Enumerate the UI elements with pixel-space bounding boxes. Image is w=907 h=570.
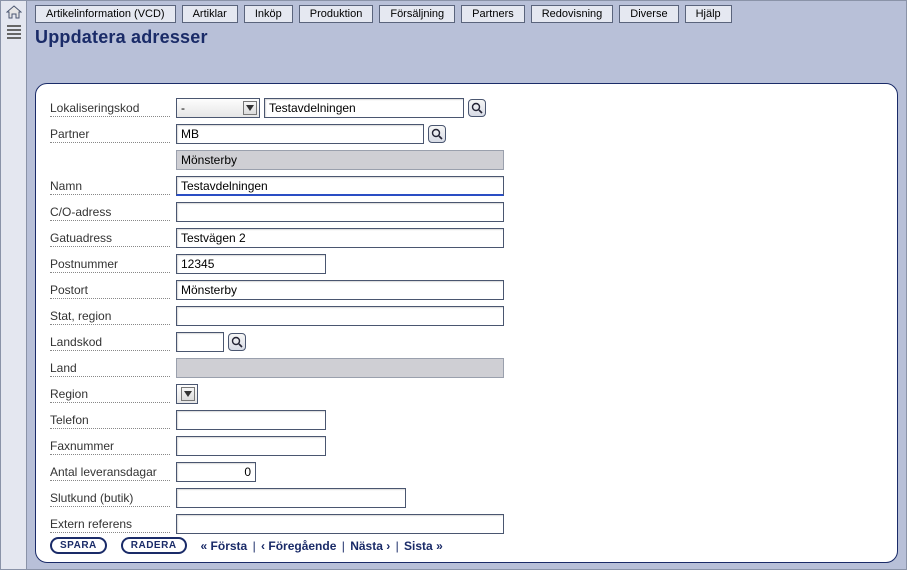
telefon-input[interactable] — [176, 410, 326, 430]
label-stat-region: Stat, region — [50, 308, 170, 325]
delete-button[interactable]: RADERA — [121, 537, 187, 554]
label-faxnummer: Faxnummer — [50, 438, 170, 455]
lokaliseringskod-select-value: - — [181, 101, 185, 115]
form-footer: SPARA RADERA « Första | ‹ Föregående | N… — [50, 537, 883, 554]
menu-artiklar[interactable]: Artiklar — [182, 5, 238, 23]
lokaliseringskod-lookup-input[interactable] — [264, 98, 464, 118]
side-rail — [1, 1, 27, 569]
menu-inkop[interactable]: Inköp — [244, 5, 293, 23]
label-landskod: Landskod — [50, 334, 170, 351]
search-icon — [471, 102, 483, 114]
partner-input[interactable] — [176, 124, 424, 144]
chevron-down-icon — [181, 387, 195, 401]
faxnummer-input[interactable] — [176, 436, 326, 456]
label-antal-leveransdagar: Antal leveransdagar — [50, 464, 170, 481]
label-partner-readonly — [50, 159, 170, 161]
label-extern-referens: Extern referens — [50, 516, 170, 533]
search-icon — [231, 336, 243, 348]
co-adress-input[interactable] — [176, 202, 504, 222]
landskod-input[interactable] — [176, 332, 224, 352]
page-title: Uppdatera adresser — [35, 27, 898, 48]
namn-input[interactable] — [176, 176, 504, 196]
pager: « Första | ‹ Föregående | Nästa › | Sist… — [201, 539, 443, 553]
extern-referens-input[interactable] — [176, 514, 504, 534]
form-panel: Lokaliseringskod - Partner — [35, 83, 898, 563]
label-gatuadress: Gatuadress — [50, 230, 170, 247]
postort-input[interactable] — [176, 280, 504, 300]
pager-first[interactable]: « Första — [201, 539, 248, 553]
home-icon[interactable] — [6, 5, 22, 19]
partner-readonly-name: Mönsterby — [176, 150, 504, 170]
label-land: Land — [50, 360, 170, 377]
land-readonly — [176, 358, 504, 378]
lokaliseringskod-search-button[interactable] — [468, 99, 486, 117]
pager-prev[interactable]: ‹ Föregående — [261, 539, 336, 553]
region-select[interactable] — [176, 384, 198, 404]
pager-next[interactable]: Nästa › — [350, 539, 390, 553]
label-telefon: Telefon — [50, 412, 170, 429]
label-lokaliseringskod: Lokaliseringskod — [50, 100, 170, 117]
pager-last[interactable]: Sista » — [404, 539, 443, 553]
label-namn: Namn — [50, 178, 170, 195]
partner-search-button[interactable] — [428, 125, 446, 143]
label-postort: Postort — [50, 282, 170, 299]
slutkund-input[interactable] — [176, 488, 406, 508]
gatuadress-input[interactable] — [176, 228, 504, 248]
menu-produktion[interactable]: Produktion — [299, 5, 374, 23]
landskod-search-button[interactable] — [228, 333, 246, 351]
menu-redovisning[interactable]: Redovisning — [531, 5, 614, 23]
menu-forsaljning[interactable]: Försäljning — [379, 5, 455, 23]
antal-leveransdagar-input[interactable] — [176, 462, 256, 482]
search-icon — [431, 128, 443, 140]
label-postnummer: Postnummer — [50, 256, 170, 273]
menu-hjalp[interactable]: Hjälp — [685, 5, 732, 23]
dock-icon[interactable] — [7, 25, 21, 39]
menu-diverse[interactable]: Diverse — [619, 5, 678, 23]
menu-artikelinformation[interactable]: Artikelinformation (VCD) — [35, 5, 176, 23]
postnummer-input[interactable] — [176, 254, 326, 274]
label-region: Region — [50, 386, 170, 403]
top-menu: Artikelinformation (VCD) Artiklar Inköp … — [27, 4, 902, 24]
menu-partners[interactable]: Partners — [461, 5, 525, 23]
label-slutkund: Slutkund (butik) — [50, 490, 170, 507]
label-co-adress: C/O-adress — [50, 204, 170, 221]
chevron-down-icon — [243, 101, 257, 115]
label-partner: Partner — [50, 126, 170, 143]
save-button[interactable]: SPARA — [50, 537, 107, 554]
lokaliseringskod-select[interactable]: - — [176, 98, 260, 118]
stat-region-input[interactable] — [176, 306, 504, 326]
